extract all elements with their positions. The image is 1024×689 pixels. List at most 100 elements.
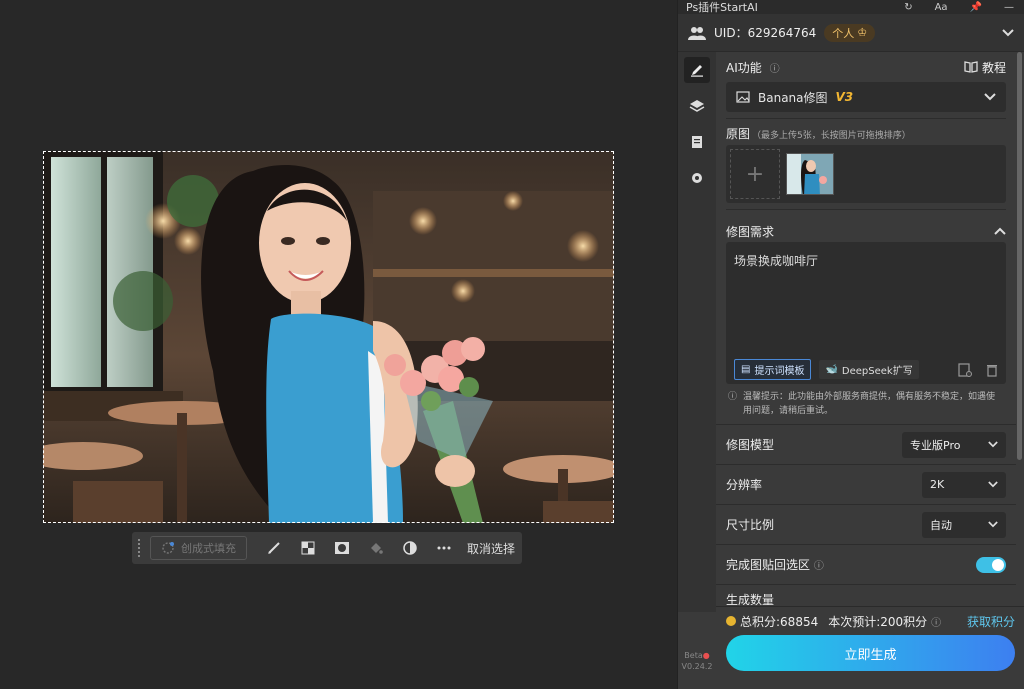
panel-titlebar: Ps插件StartAI ↻ Aa 📌 — [678,0,1024,14]
original-image-section: 原图 （最多上传5张，长按图片可拖拽排序） + [716,119,1016,210]
request-text: 场景换成咖啡厅 [734,254,819,268]
panel-title: Ps插件StartAI [686,1,758,14]
get-points-link[interactable]: 获取积分 [967,613,1015,630]
generative-fill-icon [162,542,174,554]
model-label: 修图模型 [726,438,775,452]
refresh-icon[interactable]: ↻ [904,2,912,13]
beta-dot-icon: ● [702,651,710,660]
model-value: 专业版Pro [910,438,961,452]
chevron-down-icon [988,481,998,488]
brush-tool-button[interactable] [257,536,291,560]
cafe-portrait-image [43,151,614,523]
image-thumbnail[interactable] [786,153,834,195]
request-section: 修图需求 场景换成咖啡厅 ▤ 提示词模板 🐋 DeepSeek扩写 ⓘ 温馨提示… [716,216,1016,424]
mask-button[interactable] [325,536,359,560]
chevron-down-icon[interactable] [1002,28,1014,37]
original-hint: （最多上传5张，长按图片可拖拽排序） [752,131,911,141]
feature-version: V3 [835,90,854,104]
trash-icon[interactable] [986,363,998,377]
thumbnail-image [787,154,833,194]
points-bar: 总积分:68854 本次预计:200积分 ⓘ 获取积分 [716,607,1024,635]
add-image-button[interactable]: + [730,149,780,199]
plan-badge[interactable]: 个人 ♔ [824,23,876,42]
deselect-button[interactable]: 取消选择 [467,540,515,557]
original-title: 原图 [726,127,751,141]
fill-bucket-button[interactable] [359,536,393,560]
info-icon: ⓘ [728,392,738,402]
tutorial-label: 教程 [981,60,1006,75]
sidebar-item-settings[interactable] [678,160,716,196]
request-textarea[interactable]: 场景换成咖啡厅 ▤ 提示词模板 🐋 DeepSeek扩写 [726,242,1006,384]
feature-name: Banana修图 [758,90,828,105]
deepseek-icon: 🐋 [825,364,838,375]
total-points: 总积分:68854 [740,614,819,629]
ai-feature-title: AI功能 [726,60,762,75]
setting-row-model: 修图模型 专业版Pro [716,424,1016,464]
service-tip: ⓘ 温馨提示：此功能由外部服务商提供，偶有服务不稳定，如遇使用问题，请稍后重试。 [726,384,1006,424]
chevron-up-icon[interactable] [994,227,1006,235]
contextual-task-bar: 创成式填充 取消选择 [132,532,522,564]
resolution-select[interactable]: 2K [922,471,1006,498]
transparency-button[interactable] [291,536,325,560]
sidebar-item-history[interactable] [678,124,716,160]
canvas-image[interactable] [43,151,614,523]
ai-feature-section: AI功能 ⓘ 教程 Banana修图 V3 [716,52,1016,119]
paste-back-toggle[interactable] [976,556,1006,573]
layers-icon [689,100,705,112]
tutorial-link[interactable]: 教程 [964,59,1006,76]
user-bar: UID：629264764 个人 ♔ [678,14,1024,52]
tip-text: 温馨提示：此功能由外部服务商提供，偶有服务不稳定，如遇使用问题，请稍后重试。 [743,392,996,416]
version-label: V0.24.2 [681,662,713,671]
mask-icon [335,542,349,554]
chevron-down-icon [988,441,998,448]
image-icon [736,91,750,103]
more-icon [437,546,451,550]
setting-row-aspect: 尺寸比例 自动 [716,504,1016,544]
deepseek-label: DeepSeek扩写 [841,366,913,377]
info-icon[interactable]: ⓘ [770,64,780,75]
coin-icon [726,616,736,626]
sidebar-item-edit[interactable] [678,52,716,88]
font-size-icon[interactable]: Aa [935,2,948,13]
chevron-down-icon [984,93,996,101]
prompt-template-button[interactable]: ▤ 提示词模板 [734,359,812,380]
panel-scrollbar[interactable] [1017,52,1022,460]
document-icon [692,136,702,148]
chevron-down-icon [988,521,998,528]
drag-handle[interactable] [138,539,142,557]
aspect-value: 自动 [930,518,952,532]
pin-icon[interactable]: 📌 [970,2,982,13]
aspect-label: 尺寸比例 [726,518,775,532]
gear-icon [692,173,702,183]
canvas-area: 创成式填充 取消选择 [0,0,676,689]
image-upload-area: + [726,145,1006,203]
generative-fill-button[interactable]: 创成式填充 [150,536,247,560]
crown-icon: ♔ [857,26,868,39]
invert-button[interactable] [393,536,427,560]
pencil-icon [691,65,703,77]
minimize-icon[interactable]: — [1004,2,1014,13]
prompt-template-label: 提示词模板 [754,366,805,377]
setting-row-count: 生成数量 [716,584,1016,606]
template-icon: ▤ [741,364,751,375]
version-info: Beta● V0.24.2 [678,650,716,672]
setting-row-paste-back: 完成图贴回选区 ⓘ [716,544,1016,584]
resolution-value: 2K [930,478,945,491]
brush-icon [268,542,280,554]
uid-label: UID：629264764 [714,26,817,40]
deepseek-expand-button[interactable]: 🐋 DeepSeek扩写 [819,360,919,379]
history-note-icon[interactable] [958,362,972,377]
setting-row-resolution: 分辨率 2K [716,464,1016,504]
panel-content: AI功能 ⓘ 教程 Banana修图 V3 原图 （最多上传5张，长按图片可拖拽… [716,52,1016,606]
info-icon[interactable]: ⓘ [814,561,824,572]
checker-icon [301,541,315,555]
panel-footer: 总积分:68854 本次预计:200积分 ⓘ 获取积分 立即生成 [716,606,1024,689]
aspect-select[interactable]: 自动 [922,511,1006,538]
generate-button[interactable]: 立即生成 [726,635,1015,671]
sidebar-item-layers[interactable] [678,88,716,124]
feature-select[interactable]: Banana修图 V3 [726,82,1006,112]
info-icon[interactable]: ⓘ [931,614,941,629]
paste-back-label: 完成图贴回选区 [726,558,811,572]
more-button[interactable] [427,536,461,560]
model-select[interactable]: 专业版Pro [902,431,1006,458]
